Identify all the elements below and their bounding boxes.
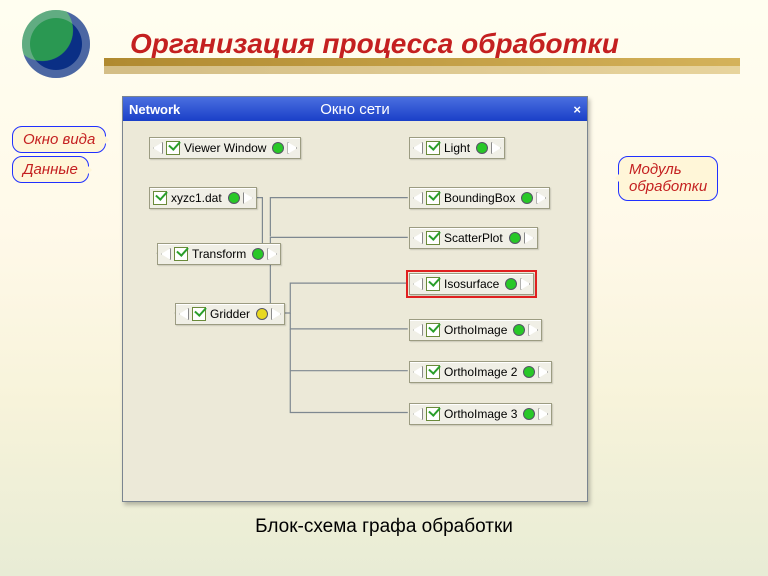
globe-icon	[22, 10, 90, 78]
node-label: BoundingBox	[444, 191, 519, 205]
out-port-icon	[267, 248, 277, 260]
out-dot-icon	[523, 366, 535, 378]
node-label: xyzc1.dat	[171, 191, 226, 205]
node-scatter[interactable]: ScatterPlot	[409, 227, 538, 249]
checkbox-icon[interactable]	[426, 231, 440, 245]
out-port-icon	[538, 366, 548, 378]
page-title: Организация процесса обработки	[130, 28, 619, 60]
node-label: OrthoImage 2	[444, 365, 521, 379]
out-dot-icon	[256, 308, 268, 320]
in-port-icon	[413, 408, 423, 420]
node-isosurf[interactable]: Isosurface	[409, 273, 534, 295]
node-label: Isosurface	[444, 277, 503, 291]
out-port-icon	[243, 192, 253, 204]
out-dot-icon	[505, 278, 517, 290]
in-port-icon	[179, 308, 189, 320]
node-label: OrthoImage 3	[444, 407, 521, 421]
node-transform[interactable]: Transform	[157, 243, 281, 265]
callout-view-window: Окно вида	[12, 126, 106, 153]
out-port-icon	[271, 308, 281, 320]
in-port-icon	[413, 366, 423, 378]
in-port-icon	[413, 324, 423, 336]
checkbox-icon[interactable]	[153, 191, 167, 205]
node-label: Viewer Window	[184, 141, 270, 155]
out-dot-icon	[523, 408, 535, 420]
node-light[interactable]: Light	[409, 137, 505, 159]
checkbox-icon[interactable]	[426, 365, 440, 379]
node-label: Light	[444, 141, 474, 155]
out-dot-icon	[521, 192, 533, 204]
caption: Блок-схема графа обработки	[0, 516, 768, 538]
out-port-icon	[520, 278, 530, 290]
out-port-icon	[528, 324, 538, 336]
in-port-icon	[413, 278, 423, 290]
checkbox-icon[interactable]	[166, 141, 180, 155]
out-dot-icon	[509, 232, 521, 244]
checkbox-icon[interactable]	[426, 141, 440, 155]
node-viewer[interactable]: Viewer Window	[149, 137, 301, 159]
node-bbox[interactable]: BoundingBox	[409, 187, 550, 209]
callout-module: Модуль обработки	[618, 156, 718, 201]
out-dot-icon	[252, 248, 264, 260]
node-label: Gridder	[210, 307, 254, 321]
panel-title-left: Network	[129, 102, 180, 117]
checkbox-icon[interactable]	[426, 323, 440, 337]
checkbox-icon[interactable]	[192, 307, 206, 321]
graph-canvas: Viewer Window xyzc1.dat Transform Gridder Li…	[123, 121, 587, 501]
close-icon[interactable]: ×	[573, 102, 581, 117]
node-gridder[interactable]: Gridder	[175, 303, 285, 325]
out-dot-icon	[228, 192, 240, 204]
node-label: ScatterPlot	[444, 231, 507, 245]
checkbox-icon[interactable]	[174, 247, 188, 261]
in-port-icon	[161, 248, 171, 260]
out-port-icon	[524, 232, 534, 244]
decor-stripe	[104, 58, 740, 66]
out-dot-icon	[476, 142, 488, 154]
callout-data: Данные	[12, 156, 89, 183]
in-port-icon	[413, 232, 423, 244]
node-xyzc[interactable]: xyzc1.dat	[149, 187, 257, 209]
panel-title-center: Окно сети	[123, 101, 587, 118]
out-dot-icon	[513, 324, 525, 336]
in-port-icon	[413, 142, 423, 154]
out-dot-icon	[272, 142, 284, 154]
in-port-icon	[153, 142, 163, 154]
out-port-icon	[538, 408, 548, 420]
network-panel: Network Окно сети × Viewer Windo	[122, 96, 588, 502]
decor-stripe	[104, 66, 740, 74]
out-port-icon	[536, 192, 546, 204]
checkbox-icon[interactable]	[426, 407, 440, 421]
panel-titlebar: Network Окно сети ×	[123, 97, 587, 121]
node-ortho2[interactable]: OrthoImage 2	[409, 361, 552, 383]
node-ortho3[interactable]: OrthoImage 3	[409, 403, 552, 425]
checkbox-icon[interactable]	[426, 277, 440, 291]
in-port-icon	[413, 192, 423, 204]
node-label: OrthoImage	[444, 323, 511, 337]
checkbox-icon[interactable]	[426, 191, 440, 205]
node-ortho1[interactable]: OrthoImage	[409, 319, 542, 341]
out-port-icon	[287, 142, 297, 154]
node-label: Transform	[192, 247, 250, 261]
out-port-icon	[491, 142, 501, 154]
